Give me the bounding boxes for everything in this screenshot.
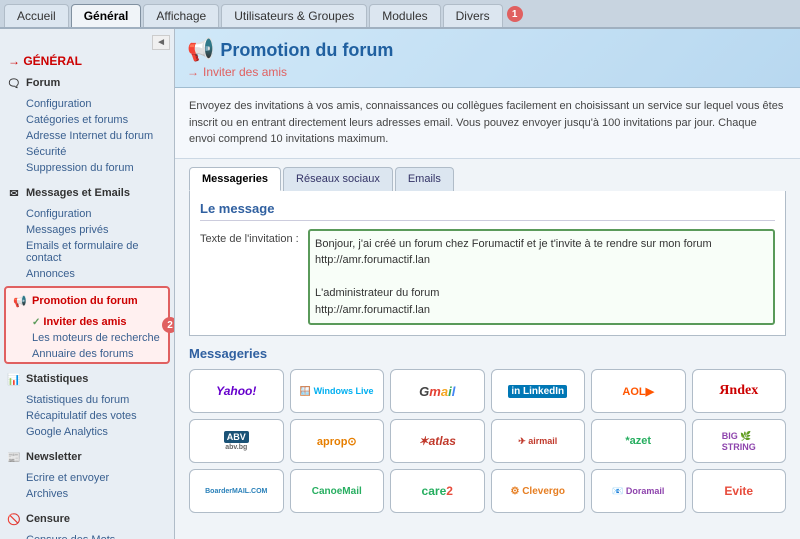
mail-icon: ✉ [6, 185, 22, 201]
tab-messageries[interactable]: Messageries [189, 167, 281, 191]
newsletter-icon: 📰 [6, 449, 22, 465]
message-row: Texte de l'invitation : Bonjour, j'ai cr… [200, 229, 775, 326]
tab-utilisateurs[interactable]: Utilisateurs & Groupes [221, 4, 367, 27]
newsletter-items: Ecrire et envoyer Archives [0, 470, 174, 502]
tab-divers[interactable]: Divers [443, 4, 503, 27]
sidebar-item-inviter[interactable]: ✓ Inviter des amis [28, 314, 168, 330]
service-linkedin[interactable]: in LinkedIn [491, 369, 586, 413]
sidebar-messages-header[interactable]: ✉ Messages et Emails [0, 180, 174, 206]
sidebar-item-securite[interactable]: Sécurité [22, 144, 174, 160]
tab-modules[interactable]: Modules [369, 4, 440, 27]
message-label: Texte de l'invitation : [200, 229, 300, 245]
messageries-title: Messageries [189, 346, 786, 361]
promo-title-icon: 📢 [187, 37, 214, 63]
message-section-title: Le message [200, 201, 775, 221]
tab-reseaux-sociaux[interactable]: Réseaux sociaux [283, 167, 393, 191]
sidebar-section-messages: ✉ Messages et Emails Configuration Messa… [0, 180, 174, 282]
service-yahoo[interactable]: Yahoo! [189, 369, 284, 413]
tab-general[interactable]: Général [71, 4, 142, 27]
sidebar-item-ecrire[interactable]: Ecrire et envoyer [22, 470, 174, 486]
content-header: 📢 Promotion du forum → Inviter des amis [175, 29, 800, 88]
service-boardermail[interactable]: BoarderMAIL.COM [189, 469, 284, 513]
forum-icon: 🗨 [6, 75, 22, 91]
stats-icon: 📊 [6, 371, 22, 387]
sidebar-item-messages-prives[interactable]: Messages privés [22, 222, 174, 238]
sidebar-section-censure: 🚫 Censure Censure des Mots Censure des n… [0, 506, 174, 539]
general-label: → GÉNÉRAL [0, 52, 174, 70]
sidebar-censure-header[interactable]: 🚫 Censure [0, 506, 174, 532]
stats-items: Statistiques du forum Récapitulatif des … [0, 392, 174, 440]
sidebar-item-config-mail[interactable]: Configuration [22, 206, 174, 222]
promo-icon: 📢 [12, 293, 28, 309]
content-subtitle: → Inviter des amis [187, 65, 788, 79]
censure-label: Censure [26, 513, 70, 525]
sidebar-forum-header[interactable]: 🗨 Forum [0, 70, 174, 96]
sidebar-section-forum: 🗨 Forum Configuration Catégories et foru… [0, 70, 174, 176]
subtitle-arrow: → [187, 65, 199, 79]
messageries-grid: Yahoo! 🪟 Windows Live Gmail in LinkedIn … [189, 369, 786, 513]
tab-emails[interactable]: Emails [395, 167, 454, 191]
sidebar-item-stats-forum[interactable]: Statistiques du forum [22, 392, 174, 408]
sidebar-item-configuration-forum[interactable]: Configuration [22, 96, 174, 112]
sidebar-section-promo: 📢 Promotion du forum ✓ Inviter des amis … [4, 286, 170, 364]
promo-items: ✓ Inviter des amis Les moteurs de recher… [6, 314, 168, 362]
sidebar-item-recapitulatif[interactable]: Récapitulatif des votes [22, 408, 174, 424]
censure-icon: 🚫 [6, 511, 22, 527]
sidebar-item-suppression[interactable]: Suppression du forum [22, 160, 174, 176]
content-description: Envoyez des invitations à vos amis, conn… [175, 88, 800, 159]
service-clevergo[interactable]: ⚙ Clevergo [491, 469, 586, 513]
service-aprop[interactable]: aprop⊙ [290, 419, 385, 463]
service-gmail[interactable]: Gmail [390, 369, 485, 413]
service-care2[interactable]: care2 [390, 469, 485, 513]
stats-label: Statistiques [26, 373, 88, 385]
sidebar-item-annuaire[interactable]: Annuaire des forums [28, 346, 168, 362]
sidebar-item-emails-form[interactable]: Emails et formulaire de contact [22, 238, 174, 266]
newsletter-label: Newsletter [26, 451, 82, 463]
content-area: 📢 Promotion du forum → Inviter des amis … [175, 29, 800, 539]
collapse-icon[interactable]: ◄ [152, 35, 170, 50]
sidebar-item-google-analytics[interactable]: Google Analytics [22, 424, 174, 440]
sidebar-item-moteurs[interactable]: Les moteurs de recherche [28, 330, 168, 346]
service-doramail[interactable]: 📧 Doramail [591, 469, 686, 513]
service-live[interactable]: 🪟 Windows Live [290, 369, 385, 413]
promo-label: Promotion du forum [32, 295, 138, 307]
messageries-section: Messageries Yahoo! 🪟 Windows Live Gmail … [175, 336, 800, 523]
sidebar-stats-header[interactable]: 📊 Statistiques [0, 366, 174, 392]
tab-affichage[interactable]: Affichage [143, 4, 219, 27]
service-evite[interactable]: Evite [692, 469, 787, 513]
sidebar-newsletter-header[interactable]: 📰 Newsletter [0, 444, 174, 470]
messages-items: Configuration Messages privés Emails et … [0, 206, 174, 282]
forum-label: Forum [26, 77, 60, 89]
annotation-2: 2 [162, 317, 175, 333]
sidebar-collapse[interactable]: ◄ [0, 33, 174, 52]
sidebar-section-newsletter: 📰 Newsletter Ecrire et envoyer Archives [0, 444, 174, 502]
sidebar-item-archives[interactable]: Archives [22, 486, 174, 502]
content-title: 📢 Promotion du forum [187, 37, 788, 63]
service-abv[interactable]: ABV abv.bg [189, 419, 284, 463]
sidebar-item-categories[interactable]: Catégories et forums [22, 112, 174, 128]
sidebar-section-stats: 📊 Statistiques Statistiques du forum Réc… [0, 366, 174, 440]
tab-accueil[interactable]: Accueil [4, 4, 69, 27]
sidebar-promo-header[interactable]: 📢 Promotion du forum [6, 288, 168, 314]
service-azet[interactable]: *azet [591, 419, 686, 463]
check-icon: ✓ [32, 317, 40, 328]
service-canoemail[interactable]: CanoeMail [290, 469, 385, 513]
message-textarea[interactable]: Bonjour, j'ai créé un forum chez Forumac… [308, 229, 775, 326]
annotation-1: 1 [507, 6, 523, 22]
sidebar-item-annonces[interactable]: Annonces [22, 266, 174, 282]
service-bigstring[interactable]: BIG 🌿STRING [692, 419, 787, 463]
service-airmail[interactable]: ✈ airmail [491, 419, 586, 463]
messages-label: Messages et Emails [26, 187, 130, 199]
sidebar: ◄ → GÉNÉRAL 🗨 Forum Configuration Catégo… [0, 29, 175, 539]
service-atlas[interactable]: ✶atlas [390, 419, 485, 463]
top-nav: Accueil Général Affichage Utilisateurs &… [0, 0, 800, 29]
main-layout: ◄ → GÉNÉRAL 🗨 Forum Configuration Catégo… [0, 29, 800, 539]
inner-tabs: Messageries Réseaux sociaux Emails [175, 159, 800, 191]
service-aol[interactable]: AOL▶ [591, 369, 686, 413]
sidebar-item-adresse[interactable]: Adresse Internet du forum [22, 128, 174, 144]
service-yandex[interactable]: Яndex [692, 369, 787, 413]
message-section: Le message Texte de l'invitation : Bonjo… [189, 191, 786, 337]
forum-items: Configuration Catégories et forums Adres… [0, 96, 174, 176]
